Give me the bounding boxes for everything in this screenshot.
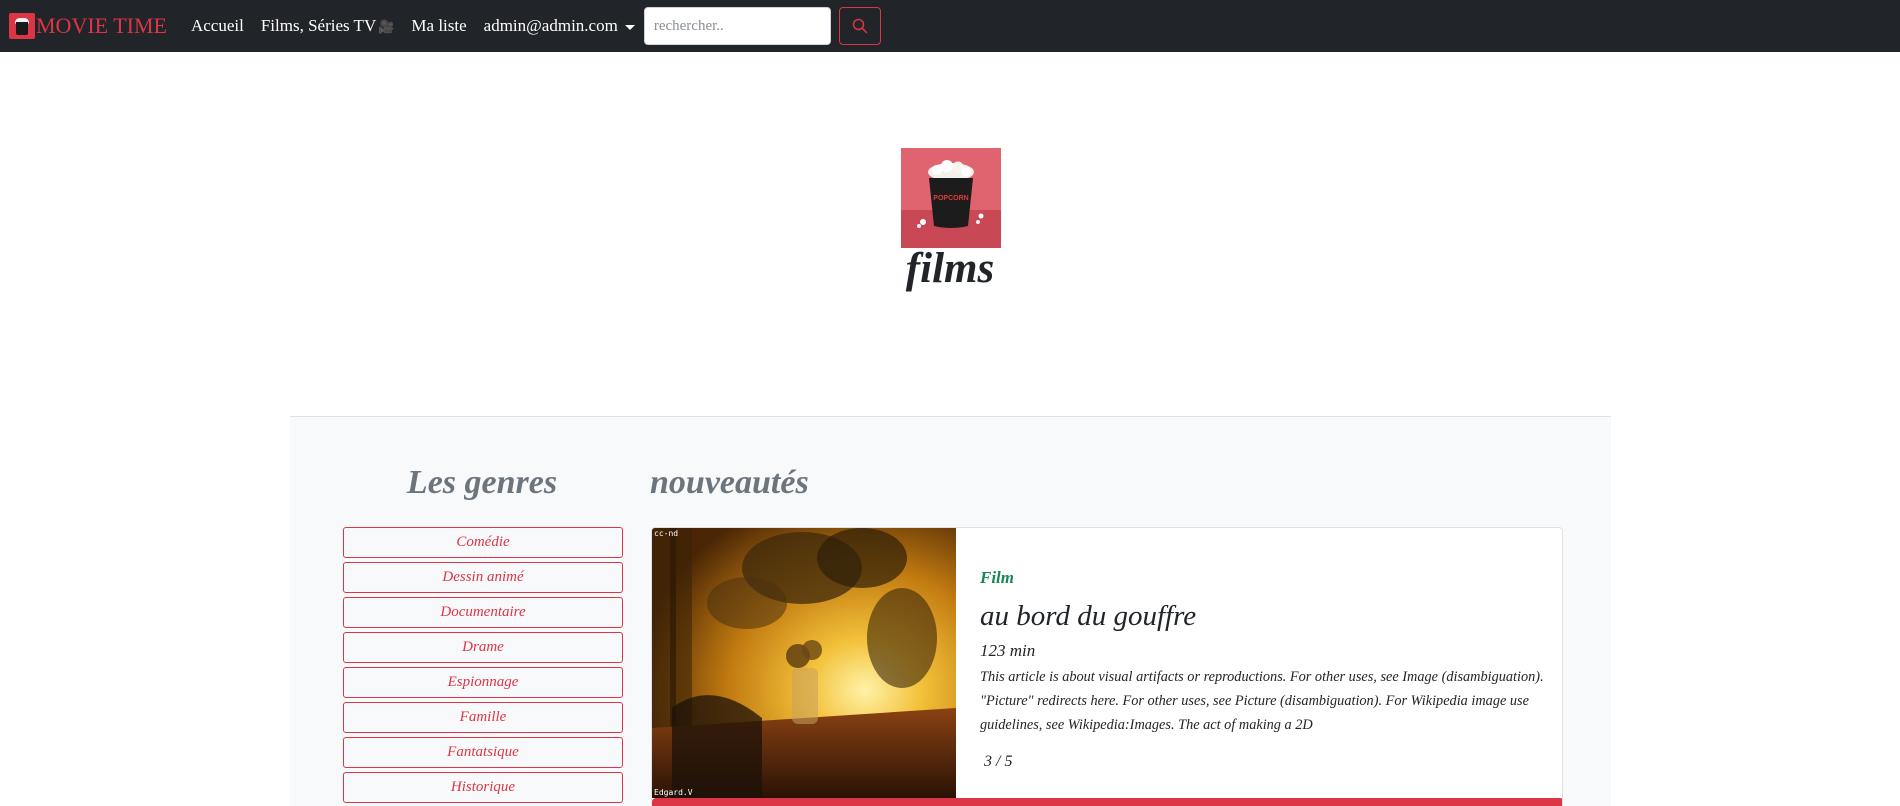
brand-name: MOVIE TIME [36, 13, 167, 38]
movie-description: This article is about visual artifacts o… [980, 669, 1544, 733]
genre-button-espionnage[interactable]: Espionnage [343, 667, 623, 698]
genre-button-dessin-anime[interactable]: Dessin animé [343, 562, 623, 593]
genre-button-documentaire[interactable]: Documentaire [343, 597, 623, 628]
genre-button-historique[interactable]: Historique [343, 772, 623, 803]
hero-popcorn-image: POPCORN [901, 148, 1001, 248]
nav-link-films-series[interactable]: Films, Séries TV 🎥 [261, 16, 395, 36]
navbar: MOVIE TIME Accueil Films, Séries TV 🎥 Ma … [0, 0, 1900, 52]
search-button[interactable] [838, 7, 881, 45]
image-caption-top: cc-nd [654, 529, 678, 538]
genre-button-fantastique[interactable]: Fantatsique [343, 737, 623, 768]
nav-link-ma-liste[interactable]: Ma liste [411, 16, 466, 36]
genre-button-comedie[interactable]: Comédie [343, 527, 623, 558]
movie-card[interactable]: cc-nd Edgard.V Film au bord du gouffre 1… [651, 527, 1563, 806]
genre-button-drame[interactable]: Drame [343, 632, 623, 663]
popcorn-logo-icon [9, 13, 35, 39]
search-icon [852, 18, 868, 34]
brand-link[interactable]: MOVIE TIME [9, 13, 167, 39]
movie-poster-image: cc-nd Edgard.V [652, 528, 956, 798]
account-dropdown[interactable]: admin@admin.com [484, 16, 635, 36]
genres-heading: Les genres [406, 464, 558, 501]
new-releases-heading: nouveautés [650, 464, 809, 501]
image-caption-bottom: Edgard.V [654, 788, 693, 797]
movie-card-action-bar[interactable] [652, 798, 1562, 806]
genre-button-famille[interactable]: Famille [343, 702, 623, 733]
nav-link-films-series-label: Films, Séries TV [260, 16, 377, 35]
search-input[interactable] [643, 7, 831, 45]
movie-duration: 123 min [980, 641, 1036, 660]
movie-rating: 3 / 5 [984, 753, 1013, 770]
nav-link-accueil[interactable]: Accueil [191, 16, 244, 36]
popcorn-label: POPCORN [933, 195, 968, 202]
account-email: admin@admin.com [483, 16, 618, 35]
movie-title[interactable]: au bord du gouffre [980, 600, 1550, 633]
movie-card-body: Film au bord du gouffre 123 min This art… [980, 568, 1550, 771]
movie-type: Film [980, 568, 1015, 587]
page-title: films [905, 245, 995, 292]
movie-camera-icon: 🎥 [378, 19, 395, 34]
genre-list: Comédie Dessin animé Documentaire Drame … [343, 527, 623, 806]
caret-down-icon [624, 24, 635, 30]
